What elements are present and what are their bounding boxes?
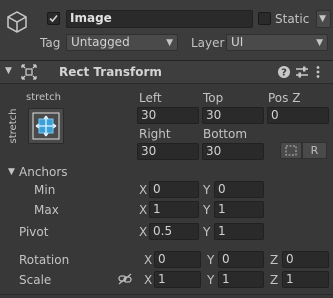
top-input[interactable]: 30 [202, 107, 264, 124]
right-label: Right [139, 127, 171, 141]
bottom-input[interactable]: 30 [202, 143, 264, 160]
pivot-y-input[interactable]: 1 [214, 223, 264, 240]
anchor-max-label: Max [34, 203, 59, 217]
rotation-x-input[interactable]: 0 [154, 251, 201, 268]
left-label: Left [139, 91, 162, 105]
anchor-min-y-input[interactable]: 0 [214, 181, 264, 198]
rotation-y-input[interactable]: 0 [218, 251, 264, 268]
gameobject-header [0, 0, 333, 60]
divider [0, 83, 333, 84]
rect-transform-icon [21, 64, 37, 80]
chevron-down-icon: ▼ [166, 38, 173, 48]
static-label: Static [275, 12, 310, 26]
cube-icon [7, 11, 27, 33]
posz-input[interactable]: 0 [267, 107, 329, 124]
anchors-label[interactable]: Anchors [19, 165, 68, 179]
layer-dropdown[interactable]: UI ▼ [226, 34, 328, 51]
tag-dropdown[interactable]: Untagged ▼ [66, 34, 178, 51]
left-input[interactable]: 30 [137, 107, 199, 124]
tag-value: Untagged [71, 35, 130, 49]
sliders-icon[interactable] [295, 65, 309, 79]
scale-label: Scale [19, 273, 52, 287]
posz-label: Pos Z [268, 91, 301, 105]
blueprint-icon [285, 145, 297, 156]
layer-value: UI [231, 35, 244, 49]
scale-x-input[interactable]: 1 [154, 271, 201, 288]
foldout-arrow-icon[interactable]: ▼ [5, 66, 12, 76]
anchor-preset-button[interactable] [28, 108, 64, 144]
pivot-label: Pivot [19, 225, 49, 239]
active-checkbox[interactable] [47, 12, 60, 25]
axis-x-label: X [139, 225, 148, 239]
object-name-input[interactable]: Image [66, 10, 253, 28]
link-icon[interactable] [118, 273, 132, 285]
anchor-vertical-label: stretch [8, 108, 19, 144]
anchor-horizontal-label: stretch [26, 92, 61, 103]
axis-z-label: Z [270, 273, 279, 287]
raw-edit-button[interactable]: R [302, 142, 327, 159]
axis-x-label: X [144, 273, 153, 287]
right-input[interactable]: 30 [137, 143, 199, 160]
bottom-label: Bottom [203, 127, 248, 141]
raw-edit-label: R [310, 144, 319, 157]
axis-x-label: X [139, 183, 148, 197]
svg-text:?: ? [281, 68, 287, 79]
axis-x-label: X [139, 203, 148, 217]
axis-y-label: Y [203, 183, 211, 197]
axis-y-label: Y [203, 225, 211, 239]
anchor-stretch-icon [32, 112, 60, 140]
anchor-min-x-input[interactable]: 0 [149, 181, 199, 198]
anchor-max-y-input[interactable]: 1 [214, 201, 264, 218]
static-dropdown[interactable]: ▼ [316, 10, 331, 28]
axis-y-label: Y [203, 203, 211, 217]
axis-y-label: Y [207, 253, 215, 267]
layer-label: Layer [191, 36, 225, 50]
axis-x-label: X [144, 253, 153, 267]
component-title: Rect Transform [59, 65, 162, 79]
static-checkbox[interactable] [258, 12, 271, 25]
top-label: Top [203, 91, 224, 105]
rotation-label: Rotation [19, 253, 70, 267]
kebab-menu-icon[interactable] [314, 65, 322, 79]
chevron-down-icon: ▼ [319, 14, 326, 24]
tag-label: Tag [40, 36, 61, 50]
question-icon[interactable]: ? [277, 65, 291, 79]
axis-z-label: Z [270, 253, 279, 267]
scale-z-input[interactable]: 1 [282, 271, 329, 288]
rotation-z-input[interactable]: 0 [282, 251, 329, 268]
axis-y-label: Y [207, 273, 215, 287]
anchor-min-label: Min [34, 183, 56, 197]
chevron-down-icon: ▼ [316, 38, 323, 48]
blueprint-mode-button[interactable] [280, 142, 302, 159]
pivot-x-input[interactable]: 0.5 [149, 223, 199, 240]
scale-y-input[interactable]: 1 [218, 271, 264, 288]
anchor-max-x-input[interactable]: 1 [149, 201, 199, 218]
checkmark-icon [49, 14, 58, 23]
divider [0, 294, 333, 295]
anchors-foldout-arrow-icon[interactable]: ▼ [8, 167, 15, 177]
